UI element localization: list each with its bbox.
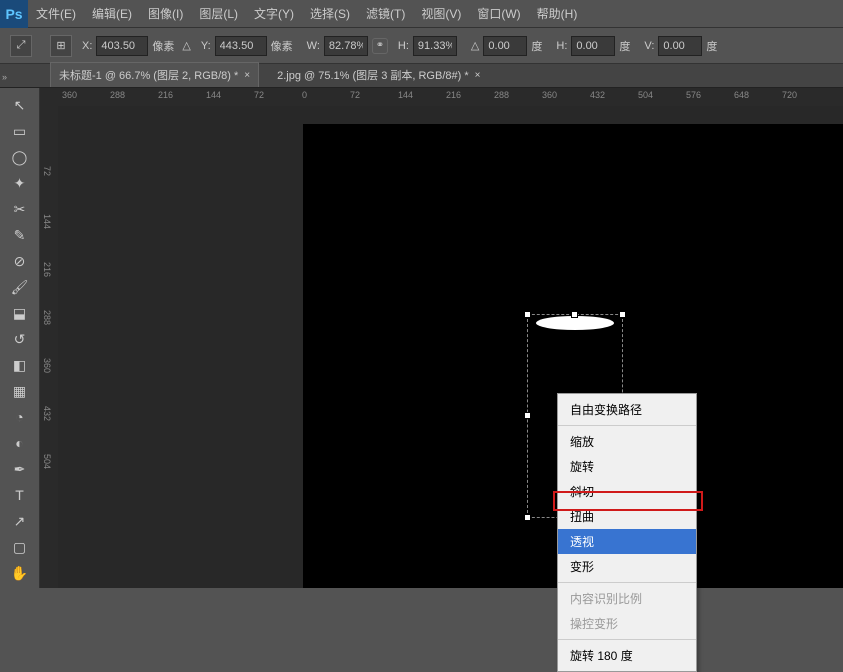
gradient-tool[interactable]: ▦ — [8, 379, 32, 403]
tab-document-2[interactable]: 2.jpg @ 75.1% (图层 3 副本, RGB/8#) * × — [269, 63, 488, 87]
y-unit: 像素 — [271, 38, 293, 54]
triangle-icon: △ — [182, 39, 190, 52]
ctx-puppet-warp: 操控变形 — [558, 611, 696, 636]
handle-top-left[interactable] — [524, 311, 531, 318]
healing-tool[interactable]: ⊘ — [8, 249, 32, 273]
path-select-tool[interactable]: ↗ — [8, 509, 32, 533]
lasso-tool[interactable]: ◯ — [8, 145, 32, 169]
menu-layer[interactable]: 图层(L) — [191, 0, 246, 28]
blur-tool[interactable]: ◔ — [8, 405, 32, 429]
document-tabs: 未标题-1 @ 66.7% (图层 2, RGB/8) * × 2.jpg @ … — [0, 64, 843, 88]
menu-bar: Ps 文件(E) 编辑(E) 图像(I) 图层(L) 文字(Y) 选择(S) 滤… — [0, 0, 843, 28]
ctx-skew[interactable]: 斜切 — [558, 479, 696, 504]
separator — [558, 639, 696, 640]
magic-wand-tool[interactable]: ✦ — [8, 171, 32, 195]
menu-edit[interactable]: 编辑(E) — [84, 0, 140, 28]
history-brush-tool[interactable]: ↺ — [8, 327, 32, 351]
menu-image[interactable]: 图像(I) — [140, 0, 191, 28]
angle-icon: △ — [471, 39, 479, 52]
ctx-perspective[interactable]: 透视 — [558, 529, 696, 554]
eraser-tool[interactable]: ◧ — [8, 353, 32, 377]
h-label: H: — [398, 40, 409, 52]
shape-tool[interactable]: ▢ — [8, 535, 32, 559]
w-label: W: — [307, 40, 320, 52]
handle-mid-left[interactable] — [524, 412, 531, 419]
hskew-label: H: — [556, 40, 567, 52]
hskew-input[interactable] — [571, 36, 615, 56]
handle-bottom-left[interactable] — [524, 514, 531, 521]
tab-label: 2.jpg @ 75.1% (图层 3 副本, RGB/8#) * — [277, 67, 469, 83]
ruler-vertical: 72 144 216 288 360 432 504 — [40, 106, 58, 588]
x-label: X: — [82, 40, 92, 52]
close-icon[interactable]: × — [244, 70, 250, 81]
dodge-tool[interactable]: ◐ — [8, 431, 32, 455]
menu-help[interactable]: 帮助(H) — [529, 0, 586, 28]
canvas-area[interactable] — [58, 106, 843, 588]
ctx-distort[interactable]: 扭曲 — [558, 504, 696, 529]
x-unit: 像素 — [152, 38, 174, 54]
hand-tool[interactable]: ✋ — [8, 561, 32, 585]
expand-arrow-icon[interactable]: » — [2, 72, 7, 82]
ctx-scale[interactable]: 缩放 — [558, 429, 696, 454]
vskew-input[interactable] — [658, 36, 702, 56]
menu-view[interactable]: 视图(V) — [413, 0, 469, 28]
rotate-unit: 度 — [531, 38, 542, 54]
tab-document-1[interactable]: 未标题-1 @ 66.7% (图层 2, RGB/8) * × — [50, 62, 259, 87]
x-input[interactable] — [96, 36, 148, 56]
y-label: Y: — [201, 40, 211, 52]
ctx-warp[interactable]: 变形 — [558, 554, 696, 579]
options-bar: ⤢ ⊞ X: 像素 △ Y: 像素 W: ⚭ H: △ 度 H: 度 V: 度 — [0, 28, 843, 64]
brush-tool[interactable]: 🖌 — [8, 275, 32, 299]
separator — [558, 582, 696, 583]
move-tool[interactable]: ↖ — [8, 93, 32, 117]
reference-point-icon[interactable]: ⊞ — [50, 35, 72, 57]
menu-type[interactable]: 文字(Y) — [246, 0, 302, 28]
transform-icon[interactable]: ⤢ — [10, 35, 32, 57]
menu-filter[interactable]: 滤镜(T) — [358, 0, 413, 28]
handle-top-mid[interactable] — [571, 311, 578, 318]
close-icon[interactable]: × — [475, 70, 481, 81]
vskew-unit: 度 — [706, 38, 717, 54]
tab-label: 未标题-1 @ 66.7% (图层 2, RGB/8) * — [59, 67, 238, 83]
w-input[interactable] — [324, 36, 368, 56]
ctx-free-transform[interactable]: 自由变换路径 — [558, 397, 696, 422]
h-input[interactable] — [413, 36, 457, 56]
vskew-label: V: — [644, 40, 654, 52]
separator — [558, 425, 696, 426]
pen-tool[interactable]: ✒ — [8, 457, 32, 481]
y-input[interactable] — [215, 36, 267, 56]
hskew-unit: 度 — [619, 38, 630, 54]
menu-select[interactable]: 选择(S) — [302, 0, 358, 28]
crop-tool[interactable]: ✂ — [8, 197, 32, 221]
ruler-horizontal: 360 288 216 144 72 0 72 144 216 288 360 … — [40, 88, 843, 106]
type-tool[interactable]: T — [8, 483, 32, 507]
ctx-content-aware: 内容识别比例 — [558, 586, 696, 611]
eyedropper-tool[interactable]: ✎ — [8, 223, 32, 247]
stamp-tool[interactable]: ⬓ — [8, 301, 32, 325]
menu-window[interactable]: 窗口(W) — [469, 0, 528, 28]
menu-file[interactable]: 文件(E) — [28, 0, 84, 28]
handle-top-right[interactable] — [619, 311, 626, 318]
ctx-rotate[interactable]: 旋转 — [558, 454, 696, 479]
app-logo: Ps — [0, 0, 28, 28]
link-icon[interactable]: ⚭ — [372, 38, 388, 54]
context-menu: 自由变换路径 缩放 旋转 斜切 扭曲 透视 变形 内容识别比例 操控变形 旋转 … — [557, 393, 697, 672]
rotate-input[interactable] — [483, 36, 527, 56]
ctx-rotate-180[interactable]: 旋转 180 度 — [558, 643, 696, 668]
tool-bar: ↖ ▭ ◯ ✦ ✂ ✎ ⊘ 🖌 ⬓ ↺ ◧ ▦ ◔ ◐ ✒ T ↗ ▢ ✋ — [0, 88, 40, 588]
marquee-tool[interactable]: ▭ — [8, 119, 32, 143]
